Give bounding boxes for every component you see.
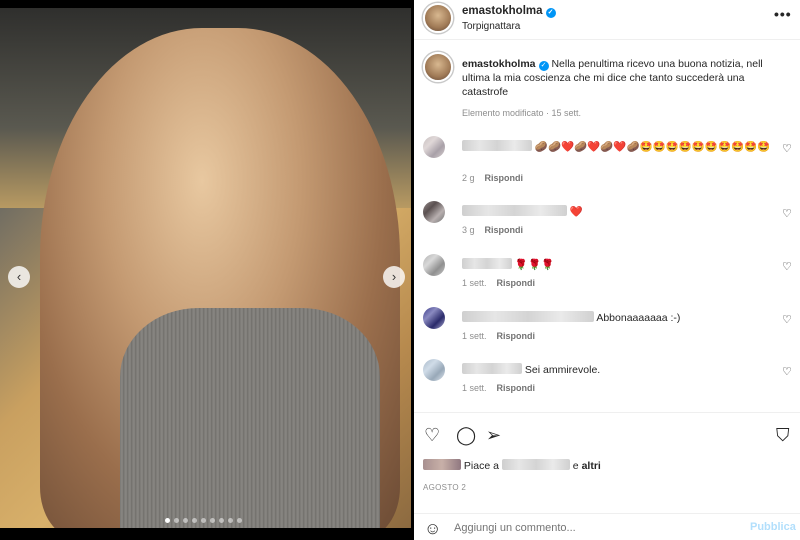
comment-icon[interactable]: ◯ <box>456 425 476 446</box>
comment-item: 🥔🥔❤️🥔❤️🥔❤️🥔🤩🤩🤩🤩🤩🤩🤩🤩🤩🤩 2 g Rispondi ♡ <box>414 136 800 184</box>
photo-top <box>120 308 380 528</box>
likes-prefix: Piace a <box>463 460 499 472</box>
commenter-avatar[interactable] <box>423 359 445 381</box>
verified-icon: ✓ <box>538 61 549 71</box>
commenter-avatar[interactable] <box>423 201 445 223</box>
post-header: emastokholma ✓ Torpignattara ••• <box>414 0 800 40</box>
carousel-dot <box>201 518 206 523</box>
caption-text: emastokholma ✓ Nella penultima ricevo una… <box>462 57 792 99</box>
commenter-username[interactable] <box>462 140 532 151</box>
author-username-text[interactable]: emastokholma <box>462 5 543 17</box>
comment-item: Sei ammirevole. 1 sett. Rispondi ♡ <box>414 359 800 407</box>
publish-button[interactable]: Pubblica <box>750 521 796 533</box>
liker-username[interactable] <box>501 459 570 470</box>
comment-text: 🥔🥔❤️🥔❤️🥔❤️🥔🤩🤩🤩🤩🤩🤩🤩🤩🤩🤩 <box>462 140 777 155</box>
commenter-avatar[interactable] <box>423 254 445 276</box>
instagram-post-modal: ‹ › emastokholma ✓ Torpignattara ••• emas… <box>0 0 800 540</box>
author-username[interactable]: emastokholma ✓ <box>462 5 556 18</box>
comment-meta: 3 g Rispondi <box>462 225 523 235</box>
comment-composer: ☺ Pubblica <box>414 513 800 540</box>
more-options-icon[interactable]: ••• <box>774 6 792 22</box>
comment-text: 🌹🌹🌹 <box>462 258 777 273</box>
reply-button[interactable]: Rispondi <box>485 173 524 183</box>
bookmark-icon[interactable]: ⛉ <box>776 425 790 446</box>
post-details-panel: emastokholma ✓ Torpignattara ••• emastokh… <box>414 0 800 540</box>
carousel-dots <box>165 518 242 523</box>
commenter-username[interactable] <box>462 205 567 216</box>
post-location[interactable]: Torpignattara <box>462 21 520 32</box>
carousel-dot <box>210 518 215 523</box>
comment-text: Abbonaaaaaaa :-) <box>462 311 777 326</box>
comment-body: Abbonaaaaaaa :-) <box>596 312 681 324</box>
comment-meta: 2 g Rispondi <box>462 173 523 183</box>
comment-body: ❤️ <box>569 206 583 218</box>
commenter-username[interactable] <box>462 363 522 374</box>
like-comment-icon[interactable]: ♡ <box>782 313 792 326</box>
commenter-username[interactable] <box>462 311 594 322</box>
comment-body: Sei ammirevole. <box>524 364 601 376</box>
carousel-prev-button[interactable]: ‹ <box>8 266 30 288</box>
carousel-dot <box>174 518 179 523</box>
post-photo[interactable]: ‹ › <box>0 8 411 528</box>
commenter-username[interactable] <box>462 258 512 269</box>
commenter-avatar[interactable] <box>423 136 445 158</box>
like-comment-icon[interactable]: ♡ <box>782 260 792 273</box>
comment-time: 3 g <box>462 225 475 235</box>
comment-item: ❤️ 3 g Rispondi ♡ <box>414 201 800 249</box>
comment-body: 🌹🌹🌹 <box>514 259 555 271</box>
carousel-dot <box>192 518 197 523</box>
carousel-dot <box>183 518 188 523</box>
carousel-dot <box>237 518 242 523</box>
comment-item: Abbonaaaaaaa :-) 1 sett. Rispondi ♡ <box>414 307 800 355</box>
verified-icon: ✓ <box>545 8 556 18</box>
comment-time: 1 sett. <box>462 278 487 288</box>
comment-text: ❤️ <box>462 205 777 220</box>
comment-meta: 1 sett. Rispondi <box>462 383 535 393</box>
commenter-avatar[interactable] <box>423 307 445 329</box>
emoji-icon[interactable]: ☺ <box>424 519 441 539</box>
comment-time: 2 g <box>462 173 475 183</box>
post-date[interactable]: AGOSTO 2 <box>423 483 466 492</box>
post-actions: ♡ ◯ ➢ ⛉ Piace a e altri AGOSTO 2 ☺ Pubbl… <box>414 412 800 540</box>
comment-input[interactable] <box>454 519 734 537</box>
caption-avatar[interactable] <box>423 52 453 82</box>
carousel-dot <box>219 518 224 523</box>
reply-button[interactable]: Rispondi <box>497 278 536 288</box>
heart-icon[interactable]: ♡ <box>424 425 440 446</box>
comment-time: 1 sett. <box>462 383 487 393</box>
carousel-next-button[interactable]: › <box>383 266 405 288</box>
comment-meta: 1 sett. Rispondi <box>462 331 535 341</box>
like-comment-icon[interactable]: ♡ <box>782 142 792 155</box>
share-icon[interactable]: ➢ <box>486 425 501 446</box>
reply-button[interactable]: Rispondi <box>497 383 536 393</box>
reply-button[interactable]: Rispondi <box>497 331 536 341</box>
liker-avatars[interactable] <box>423 459 461 470</box>
likes-summary: Piace a e altri <box>423 459 601 472</box>
like-comment-icon[interactable]: ♡ <box>782 365 792 378</box>
reply-button[interactable]: Rispondi <box>485 225 524 235</box>
comment-meta: 1 sett. Rispondi <box>462 278 535 288</box>
comment-body: 🥔🥔❤️🥔❤️🥔❤️🥔🤩🤩🤩🤩🤩🤩🤩🤩🤩🤩 <box>534 141 771 153</box>
carousel-dot <box>228 518 233 523</box>
comment-text: Sei ammirevole. <box>462 363 777 378</box>
comment-item: 🌹🌹🌹 1 sett. Rispondi ♡ <box>414 254 800 302</box>
author-avatar[interactable] <box>423 3 453 33</box>
likes-others-link[interactable]: altri <box>582 460 601 472</box>
like-comment-icon[interactable]: ♡ <box>782 207 792 220</box>
caption-meta: Elemento modificato · 15 sett. <box>462 108 582 118</box>
carousel-dot <box>165 518 170 523</box>
comment-time: 1 sett. <box>462 331 487 341</box>
likes-conj: e <box>572 460 579 472</box>
caption-username[interactable]: emastokholma <box>462 58 536 70</box>
